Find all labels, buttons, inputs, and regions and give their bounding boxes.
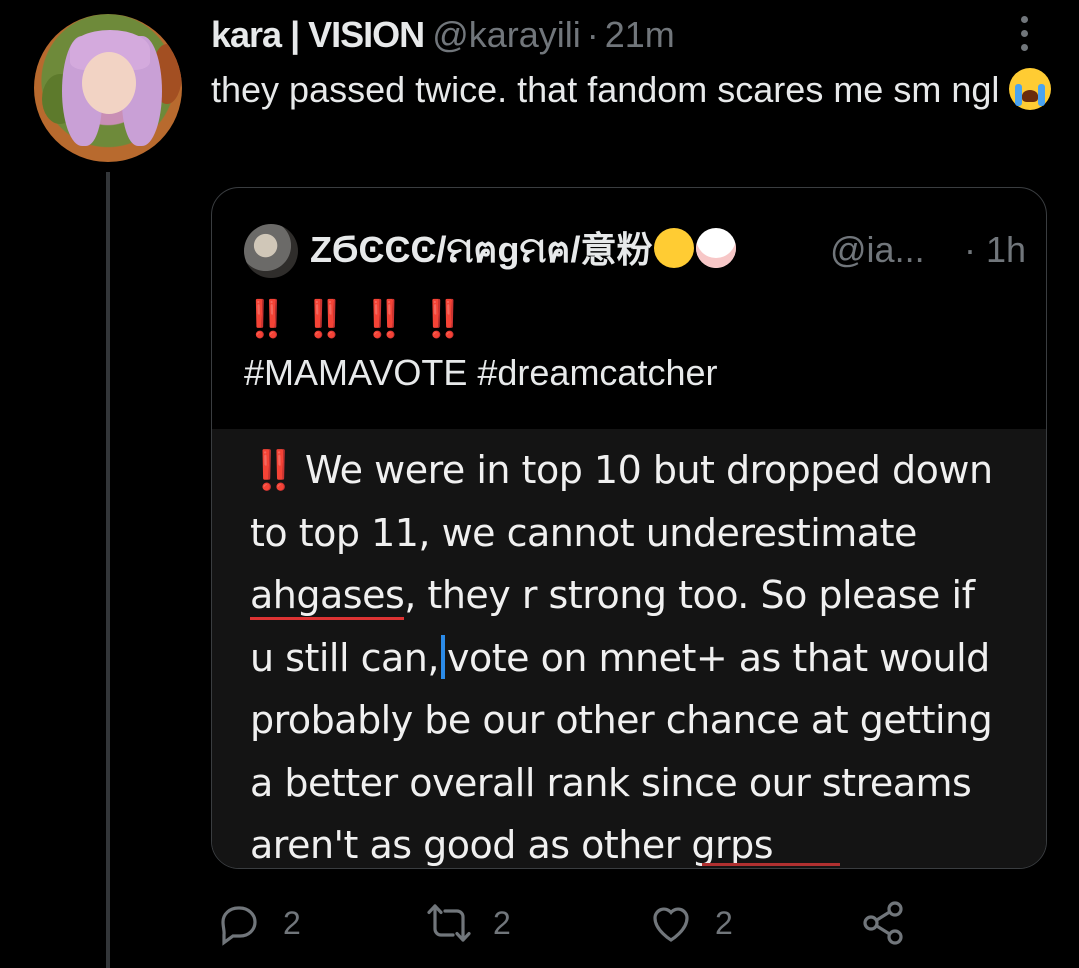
image-text: ‼️ We were in top 10 but dropped down to …	[250, 448, 993, 867]
thread-line	[106, 172, 110, 968]
loudly-crying-face-icon	[1009, 68, 1052, 110]
heart-icon	[653, 907, 689, 942]
share-icon	[863, 901, 903, 945]
face-savoring-food-icon	[654, 228, 695, 268]
clown-face-icon	[696, 228, 737, 268]
reply-button[interactable]: 2	[215, 893, 301, 953]
spellcheck-underlined-word: ahgases	[250, 573, 405, 620]
author-handle[interactable]: @karayili	[432, 14, 581, 55]
author-display-name[interactable]: kara | VISION	[211, 14, 425, 55]
quote-author-avatar	[244, 224, 298, 278]
quote-author-handle: @ia...	[830, 229, 925, 270]
double-exclamation-icon: ‼️	[250, 448, 297, 492]
like-count: 2	[715, 904, 733, 941]
reply-count: 2	[283, 904, 301, 941]
reply-icon	[221, 906, 257, 946]
text-caret	[440, 634, 445, 679]
quote-exclamations: ‼️ ‼️ ‼️ ‼️	[244, 298, 468, 339]
retweet-button[interactable]: 2	[425, 893, 511, 953]
like-button[interactable]: 2	[647, 893, 733, 953]
quote-author-display-name: ZϬϾϾϾ/ମฅgମฅ/意粉	[310, 222, 737, 278]
tweet-header: kara | VISION @karayili · 21m	[211, 10, 675, 60]
share-button[interactable]	[859, 893, 907, 953]
author-avatar[interactable]	[34, 14, 182, 162]
more-options-icon[interactable]	[1014, 14, 1034, 54]
tweet-text: they passed twice. that fandom scares me…	[211, 64, 1061, 116]
retweet-icon	[427, 904, 471, 942]
tweet-body: they passed twice. that fandom scares me…	[211, 69, 1000, 110]
tweet-actions: 2 2 2	[211, 893, 991, 953]
retweet-count: 2	[493, 904, 511, 941]
quote-hashtags[interactable]: #MAMAVOTE #dreamcatcher	[244, 352, 717, 394]
tweet[interactable]: kara | VISION @karayili · 21m they passed t…	[0, 0, 1079, 968]
separator-dot: ·	[586, 14, 599, 55]
quoted-tweet[interactable]: ZϬϾϾϾ/ମฅgମฅ/意粉 @ia... · 1h ‼️ ‼️ ‼️ ‼️ #…	[211, 187, 1047, 869]
image-underline-mark	[702, 863, 840, 866]
quote-attached-image[interactable]: ‼️ We were in top 10 but dropped down to …	[212, 429, 1046, 868]
tweet-timestamp[interactable]: 21m	[605, 14, 675, 55]
quote-timestamp: · 1h	[964, 229, 1027, 270]
